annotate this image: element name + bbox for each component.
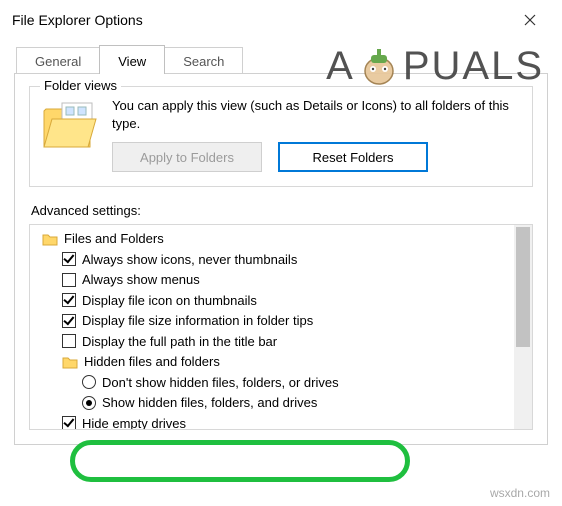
brand-watermark: A PUALS [326, 44, 544, 89]
reset-folders-button[interactable]: Reset Folders [278, 142, 428, 172]
tab-view[interactable]: View [99, 45, 165, 74]
checkbox-icon[interactable] [62, 416, 76, 430]
tree-label: Display file size information in folder … [82, 311, 313, 331]
folder-views-title: Folder views [40, 78, 121, 93]
opt-always-menus[interactable]: Always show menus [36, 270, 532, 291]
checkbox-icon[interactable] [62, 252, 76, 266]
tree-label: Hidden files and folders [84, 352, 220, 372]
tree-label: Always show menus [82, 270, 200, 290]
advanced-settings-label: Advanced settings: [31, 203, 533, 218]
tree-label: Don't show hidden files, folders, or dri… [102, 373, 339, 393]
checkbox-icon[interactable] [62, 293, 76, 307]
opt-dont-show-hidden[interactable]: Don't show hidden files, folders, or dri… [36, 373, 532, 394]
tree-label: Hide empty drives [82, 414, 186, 431]
scrollbar-thumb[interactable] [516, 227, 530, 347]
tree-root-files-folders[interactable]: Files and Folders [36, 229, 532, 250]
opt-hide-empty-drives[interactable]: Hide empty drives [36, 414, 532, 431]
folder-icon [42, 97, 98, 151]
tree-label: Always show icons, never thumbnails [82, 250, 297, 270]
tab-content: Folder views You can apply this view (su… [14, 73, 548, 445]
annotation-highlight [70, 440, 410, 482]
scrollbar[interactable] [514, 225, 532, 429]
brand-letter-a: A [326, 44, 355, 89]
opt-full-path-title[interactable]: Display the full path in the title bar [36, 332, 532, 353]
checkbox-icon[interactable] [62, 273, 76, 287]
advanced-settings-list: Files and Folders Always show icons, nev… [29, 224, 533, 430]
tree-label: Files and Folders [64, 229, 164, 249]
titlebar: File Explorer Options [0, 0, 562, 36]
tab-search[interactable]: Search [164, 47, 243, 74]
folder-icon [42, 232, 58, 246]
mascot-icon [357, 45, 401, 89]
close-button[interactable] [510, 6, 550, 34]
folder-views-group: Folder views You can apply this view (su… [29, 86, 533, 187]
brand-rest: PUALS [403, 44, 544, 89]
checkbox-icon[interactable] [62, 314, 76, 328]
tree-hidden-group[interactable]: Hidden files and folders [36, 352, 532, 373]
checkbox-icon[interactable] [62, 334, 76, 348]
tree-label: Display file icon on thumbnails [82, 291, 257, 311]
radio-icon[interactable] [82, 375, 96, 389]
radio-icon[interactable] [82, 396, 96, 410]
tab-general[interactable]: General [16, 47, 100, 74]
opt-always-icons[interactable]: Always show icons, never thumbnails [36, 250, 532, 271]
close-icon [524, 14, 536, 26]
folder-views-text: You can apply this view (such as Details… [112, 97, 520, 132]
opt-show-hidden[interactable]: Show hidden files, folders, and drives [36, 393, 532, 414]
apply-to-folders-button: Apply to Folders [112, 142, 262, 172]
tree-label: Show hidden files, folders, and drives [102, 393, 317, 413]
folder-icon [62, 355, 78, 369]
opt-file-size-tips[interactable]: Display file size information in folder … [36, 311, 532, 332]
window-title: File Explorer Options [12, 12, 143, 28]
opt-file-icon-thumb[interactable]: Display file icon on thumbnails [36, 291, 532, 312]
tree-label: Display the full path in the title bar [82, 332, 277, 352]
site-watermark: wsxdn.com [490, 486, 550, 500]
